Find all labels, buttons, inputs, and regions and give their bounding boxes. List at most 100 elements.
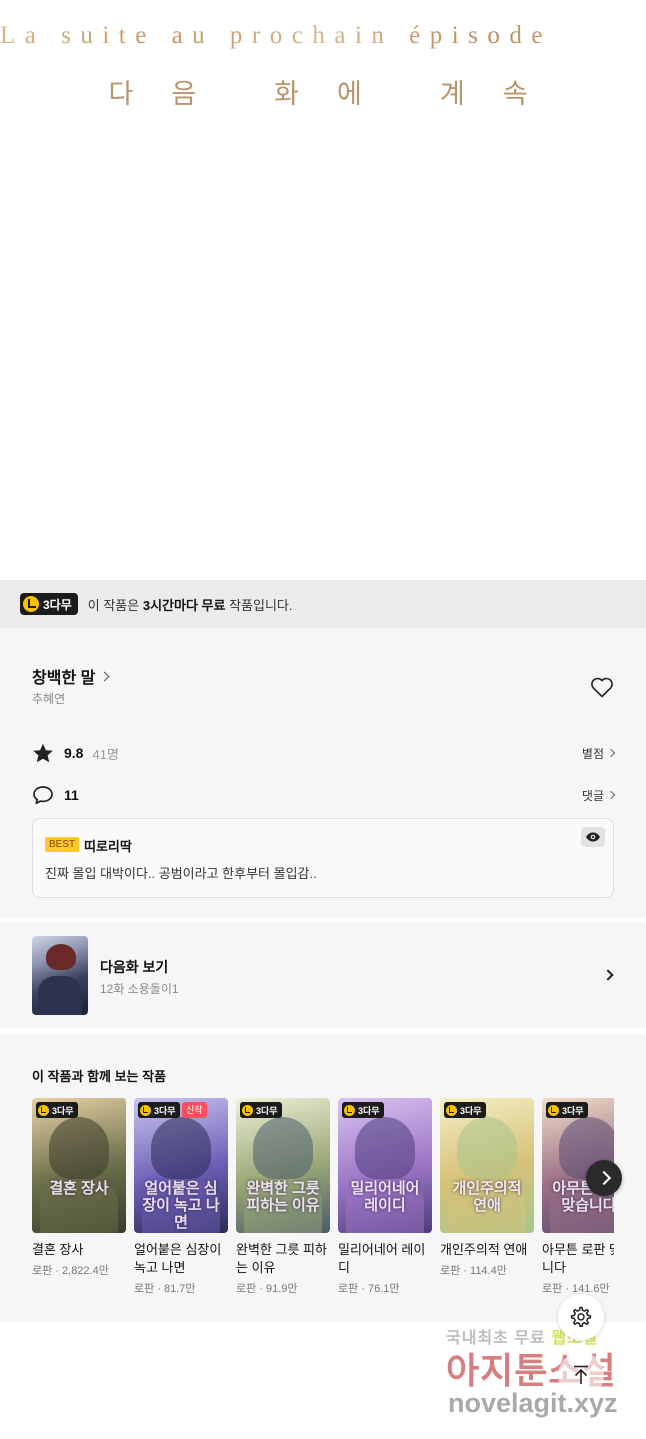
clock-icon bbox=[344, 1104, 355, 1116]
comment-link[interactable]: 댓글 bbox=[581, 787, 616, 804]
work-author: 추혜연 bbox=[32, 692, 66, 706]
eye-icon bbox=[586, 832, 600, 842]
spoiler-toggle-button[interactable] bbox=[581, 827, 605, 847]
new-badge: 신작 bbox=[182, 1102, 207, 1118]
speech-bubble-icon bbox=[33, 786, 53, 805]
clock-icon bbox=[140, 1104, 151, 1116]
recommendation-title: 완벽한 그릇 피하는 이유 bbox=[236, 1242, 327, 1275]
free-notice-text: 이 작품은 3시간마다 무료 작품입니다. bbox=[88, 595, 293, 614]
next-episode-subtitle: 12화 소용돌이1 bbox=[100, 982, 179, 996]
recommendation-title: 개인주의적 연애 bbox=[440, 1242, 528, 1257]
clock-icon bbox=[548, 1104, 559, 1116]
best-comment-card[interactable]: BEST 띠로리딱 진짜 몰입 대박이다.. 공범이라고 한후부터 몰입감.. bbox=[32, 818, 614, 898]
settings-button[interactable] bbox=[558, 1294, 604, 1340]
wait-free-badge-label: 3다무 bbox=[358, 1105, 380, 1116]
cover-art bbox=[354, 1116, 416, 1179]
chevron-right-icon bbox=[606, 748, 616, 758]
cover-title: 결혼 장사 bbox=[49, 1180, 109, 1197]
continue-char: 음 bbox=[171, 79, 207, 110]
best-comment-text: 진짜 몰입 대박이다.. 공범이라고 한후부터 몰입감.. bbox=[45, 866, 317, 881]
recommendation-card[interactable]: 개인주의적 연애 3다무개인주의적 연애로판 · 114.4만 bbox=[440, 1098, 534, 1278]
star-icon bbox=[33, 743, 53, 762]
cover-art bbox=[456, 1116, 518, 1179]
continue-char: 다 bbox=[108, 79, 144, 110]
continue-char: 에 bbox=[337, 79, 372, 110]
wait-free-badge: 3다무 bbox=[138, 1102, 180, 1118]
recommendation-meta: 로판 · 91.9만 bbox=[236, 1283, 298, 1295]
notice-prefix: 이 작품은 bbox=[87, 597, 143, 613]
recommendation-cover: 개인주의적 연애 3다무 bbox=[440, 1098, 534, 1233]
rating-link-label: 별점 bbox=[581, 746, 604, 761]
wait-free-badge: 3다무 bbox=[342, 1102, 384, 1118]
cover-title: 개인주의적 연애 bbox=[452, 1180, 522, 1214]
rating-link[interactable]: 별점 bbox=[581, 745, 616, 762]
best-comment-author: 띠로리딱 bbox=[84, 839, 132, 854]
rating-row: 9.8 41명 별점 bbox=[32, 742, 616, 764]
wait-free-badge-label: 3다무 bbox=[256, 1105, 278, 1116]
rating-count: 41명 bbox=[92, 746, 119, 762]
cover-title: 완벽한 그릇 피하는 이유 bbox=[246, 1180, 320, 1214]
wait-free-badge-label: 3다무 bbox=[52, 1105, 74, 1116]
wait-free-badge: 3다무 bbox=[546, 1102, 588, 1118]
recommendation-card[interactable]: 얼어붙은 심장이 녹고 나면 3다무 신작얼어붙은 심장이 녹고 나면로판 · 81… bbox=[134, 1098, 228, 1296]
arrow-up-icon bbox=[574, 1365, 588, 1384]
chevron-right-icon bbox=[99, 671, 110, 681]
work-info-panel: 창백한 말 추혜연 9.8 41명 별점 11 댓글 BEST 띠로리딱 진짜 … bbox=[0, 628, 646, 918]
work-title-link[interactable]: 창백한 말 bbox=[32, 664, 110, 688]
heart-icon[interactable] bbox=[590, 676, 614, 698]
work-title: 창백한 말 bbox=[32, 670, 96, 687]
next-episode-title: 다음화 보기 bbox=[100, 959, 169, 975]
watermark: 국내최초 무료 웹소설 아지툰소설 novelagit.xyz bbox=[446, 1322, 636, 1432]
recommendation-meta: 로판 · 76.1만 bbox=[338, 1283, 400, 1295]
cover-art bbox=[252, 1116, 314, 1179]
next-episode-row[interactable]: 다음화 보기 12화 소용돌이1 bbox=[0, 922, 646, 1028]
recommendation-cover: 밀리어네어 레이디 3다무 bbox=[338, 1098, 432, 1233]
recommendation-title: 얼어붙은 심장이 녹고 나면 bbox=[134, 1242, 222, 1275]
recommendation-cover: 완벽한 그릇 피하는 이유 3다무 bbox=[236, 1098, 330, 1233]
recommendation-card[interactable]: 아무튼 로판 맞습니다3다무아무튼 로판 맞습니다로판 · 141.6만 bbox=[542, 1098, 614, 1296]
chevron-right-icon bbox=[602, 969, 614, 981]
wait-free-badge-label: 3다무 bbox=[460, 1105, 482, 1116]
recommendation-cover: 얼어붙은 심장이 녹고 나면 3다무 신작 bbox=[134, 1098, 228, 1233]
continue-char: 화 bbox=[274, 79, 309, 110]
notice-bold: 3시간마다 무료 bbox=[142, 597, 226, 613]
recommendation-card[interactable]: 완벽한 그릇 피하는 이유 3다무완벽한 그릇 피하는 이유로판 · 91.9만 bbox=[236, 1098, 330, 1296]
recommendation-card[interactable]: 밀리어네어 레이디 3다무밀리어네어 레이디로판 · 76.1만 bbox=[338, 1098, 432, 1296]
recommendation-meta: 로판 · 81.7만 bbox=[134, 1283, 196, 1295]
wait-free-badge: 3다무 bbox=[444, 1102, 486, 1118]
clock-icon bbox=[242, 1104, 253, 1116]
wait-free-badge-label: 3다무 bbox=[562, 1105, 584, 1116]
scroll-top-button[interactable] bbox=[558, 1352, 604, 1398]
rating-value: 9.8 bbox=[64, 745, 84, 761]
wait-free-badge-label: 3다무 bbox=[154, 1105, 176, 1116]
continue-char: 계 bbox=[439, 79, 475, 110]
wait-free-badge: 3다무 bbox=[36, 1102, 78, 1118]
wait-free-badge-label: 3다무 bbox=[43, 597, 72, 612]
cover-title: 얼어붙은 심장이 녹고 나면 bbox=[142, 1180, 220, 1231]
wait-free-badge: 3다무 bbox=[20, 593, 78, 615]
carousel-next-button[interactable] bbox=[586, 1160, 622, 1196]
comment-link-label: 댓글 bbox=[581, 788, 604, 803]
recommendation-title: 결혼 장사 bbox=[32, 1242, 84, 1257]
recommendations-section: 이 작품과 함께 보는 작품 결혼 장사 3다무결혼 장사로판 · 2,822.4… bbox=[0, 1034, 646, 1322]
gear-icon bbox=[570, 1306, 592, 1328]
clock-icon bbox=[38, 1104, 49, 1116]
recommendation-cover: 결혼 장사 3다무 bbox=[32, 1098, 126, 1233]
recommendation-meta: 로판 · 114.4만 bbox=[440, 1265, 507, 1277]
notice-suffix: 작품입니다. bbox=[225, 597, 293, 613]
cover-art bbox=[48, 1116, 110, 1179]
recommendations-heading: 이 작품과 함께 보는 작품 bbox=[32, 1069, 167, 1084]
clock-icon bbox=[446, 1104, 457, 1116]
wait-free-badge: 3다무 bbox=[240, 1102, 282, 1118]
recommendation-card[interactable]: 결혼 장사 3다무결혼 장사로판 · 2,822.4만 bbox=[32, 1098, 126, 1278]
free-notice-bar: 3다무 이 작품은 3시간마다 무료 작품입니다. bbox=[0, 580, 646, 628]
recommendation-title: 아무튼 로판 맞습니다 bbox=[542, 1242, 614, 1275]
recommendation-title: 밀리어네어 레이디 bbox=[338, 1242, 426, 1275]
comment-row: 11 댓글 bbox=[32, 784, 616, 806]
recommendations-carousel[interactable]: 결혼 장사 3다무결혼 장사로판 · 2,822.4만 얼어붙은 심장이 녹고 나면… bbox=[32, 1098, 614, 1308]
cover-art bbox=[150, 1116, 212, 1179]
recommendation-meta: 로판 · 2,822.4만 bbox=[32, 1265, 109, 1277]
continue-char: 속 bbox=[502, 79, 538, 110]
next-episode-thumbnail bbox=[32, 936, 88, 1015]
cover-title: 밀리어네어 레이디 bbox=[350, 1180, 420, 1214]
